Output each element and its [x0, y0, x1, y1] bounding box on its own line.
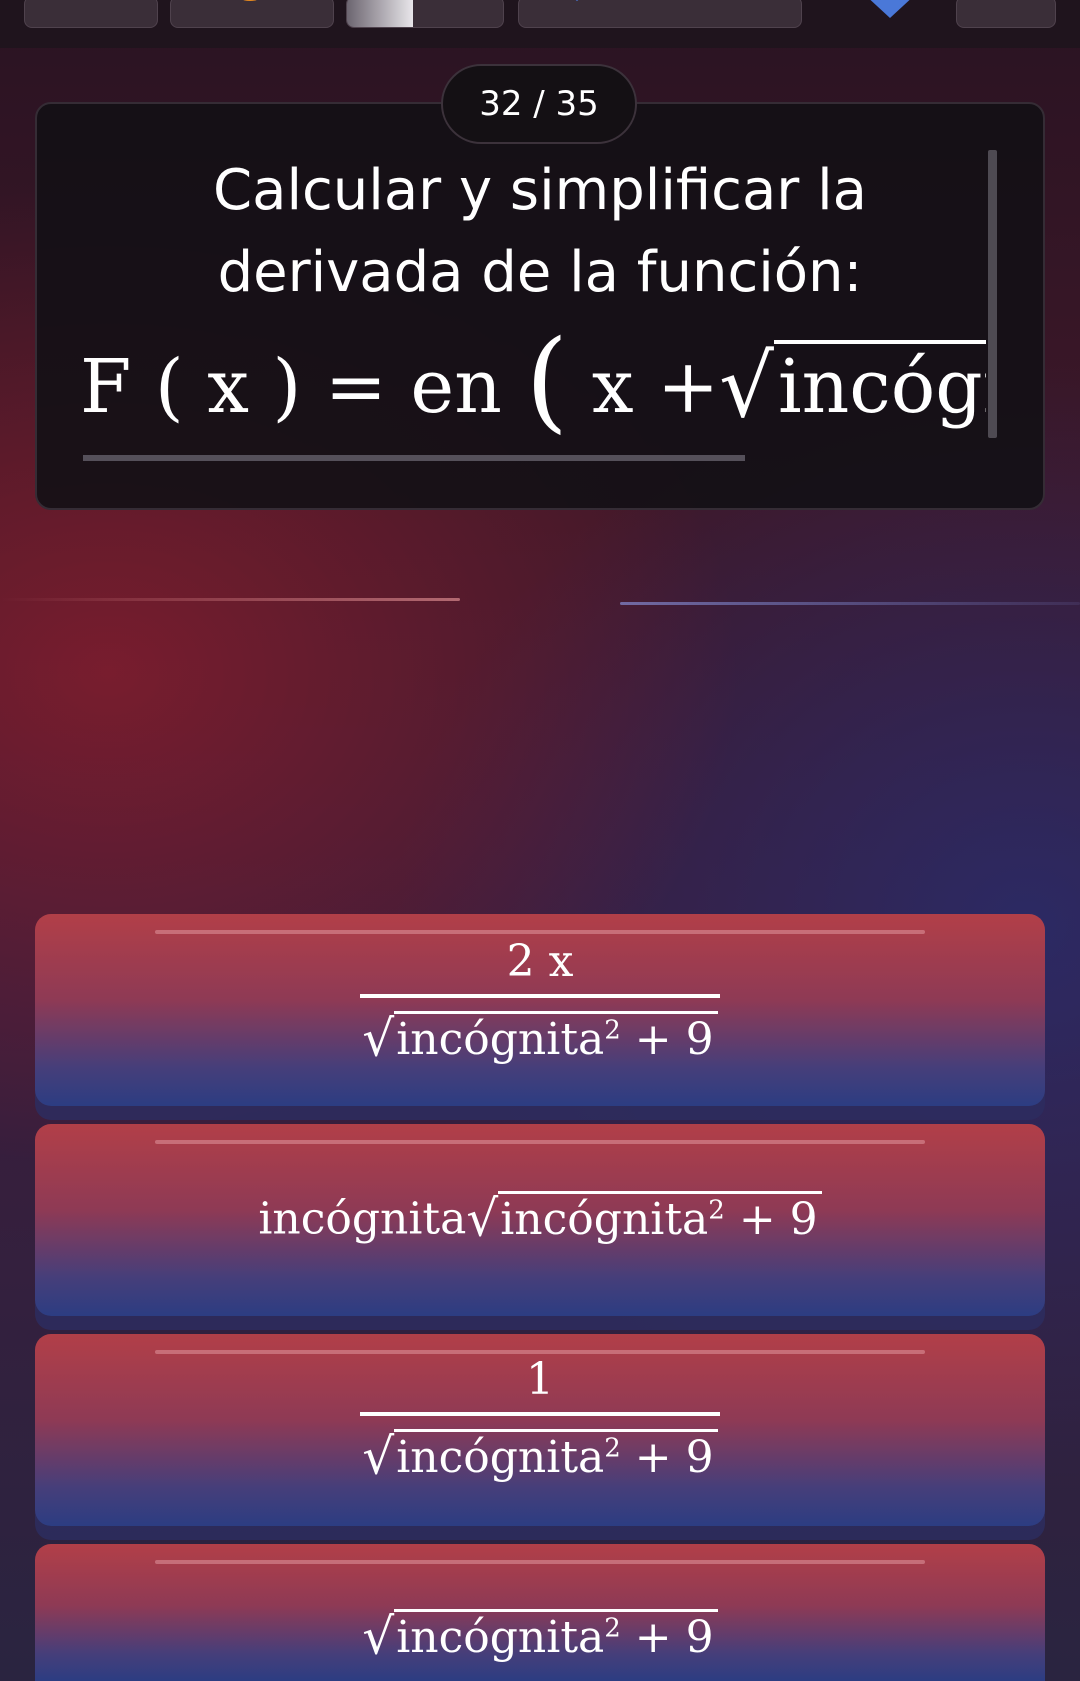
question-text: Calcular y simplificar la derivada de la…	[60, 150, 1020, 314]
answer-option-1[interactable]: 2 x √incógnita2 + 9	[35, 914, 1045, 1106]
answer-2-radicand: incógnita	[500, 1193, 709, 1245]
answer-4-sqrt: √incógnita2 + 9	[362, 1598, 718, 1668]
answer-2-exponent: 2	[708, 1195, 725, 1225]
powerup-icon	[235, 0, 265, 1]
toolbar-button-2[interactable]	[170, 0, 334, 28]
answer-3-denominator: √incógnita2 + 9	[360, 1412, 720, 1490]
formula-expression: F ( x ) = en ( x +√incógn	[80, 320, 986, 447]
sqrt-icon: √	[362, 1427, 395, 1486]
formula-underline	[83, 455, 745, 461]
answer-option-2[interactable]: incógnita√incógnita2 + 9	[35, 1124, 1045, 1316]
answer-3-radicand: incógnita	[396, 1431, 605, 1483]
answer-option-4[interactable]: √incógnita2 + 9	[35, 1544, 1045, 1681]
formula-x-plus: x +	[591, 344, 720, 430]
answer-1-sqrt: √incógnita2 + 9	[362, 998, 718, 1072]
answer-1-math: 2 x √incógnita2 + 9	[35, 934, 1045, 1072]
toolbar-button-3[interactable]	[518, 0, 802, 28]
question-line-1: Calcular y simplificar la	[213, 158, 867, 223]
question-line-2: derivada de la función:	[217, 240, 863, 305]
sqrt-icon: √	[719, 337, 774, 437]
formula-radicand: incógn	[773, 340, 986, 430]
answer-2-prefix: incógnita	[258, 1193, 467, 1245]
answer-3-tail: + 9	[620, 1431, 714, 1483]
top-toolbar	[0, 0, 1080, 48]
answer-3-numerator: 1	[526, 1354, 554, 1405]
answer-1-denominator: √incógnita2 + 9	[360, 994, 720, 1072]
diamond-icon	[567, 0, 587, 1]
sqrt-icon: √	[362, 1607, 395, 1666]
background-streak	[0, 598, 460, 601]
question-formula: F ( x ) = en ( x +√incógn	[70, 320, 986, 470]
answer-1-tail: + 9	[620, 1013, 714, 1065]
answer-4-exponent: 2	[604, 1613, 621, 1643]
answer-3-math: 1 √incógnita2 + 9	[35, 1352, 1045, 1490]
answer-option-3[interactable]: 1 √incógnita2 + 9	[35, 1334, 1045, 1526]
question-counter: 32 / 35	[441, 64, 637, 144]
progress-bar	[346, 0, 504, 28]
background-streak	[620, 602, 1080, 605]
answer-4-tail: + 9	[620, 1611, 714, 1663]
answer-4-math: √incógnita2 + 9	[35, 1598, 1045, 1668]
answer-3-exponent: 2	[604, 1433, 621, 1463]
answer-3-fraction: 1 √incógnita2 + 9	[360, 1352, 720, 1490]
answer-1-exponent: 2	[604, 1015, 621, 1045]
answer-2-math: incógnita√incógnita2 + 9	[35, 1180, 1045, 1250]
answer-1-numerator: 2 x	[506, 936, 574, 987]
answer-2-tail: + 9	[724, 1193, 818, 1245]
toolbar-button-1[interactable]	[24, 0, 158, 28]
formula-open-paren: (	[525, 320, 569, 444]
toolbar-button-4[interactable]	[956, 0, 1056, 28]
answer-1-fraction: 2 x √incógnita2 + 9	[360, 934, 720, 1072]
gem-icon	[864, 0, 916, 18]
progress-bar-fill	[347, 0, 413, 27]
answer-4-radicand: incógnita	[396, 1611, 605, 1663]
formula-lhs: F ( x ) = en	[80, 344, 502, 430]
sqrt-icon: √	[362, 1009, 395, 1068]
answer-2-sqrt: √incógnita2 + 9	[466, 1180, 822, 1250]
sqrt-icon: √	[466, 1189, 499, 1248]
answer-1-radicand: incógnita	[396, 1013, 605, 1065]
answer-3-sqrt: √incógnita2 + 9	[362, 1416, 718, 1490]
formula-scrollbar[interactable]	[988, 150, 997, 438]
